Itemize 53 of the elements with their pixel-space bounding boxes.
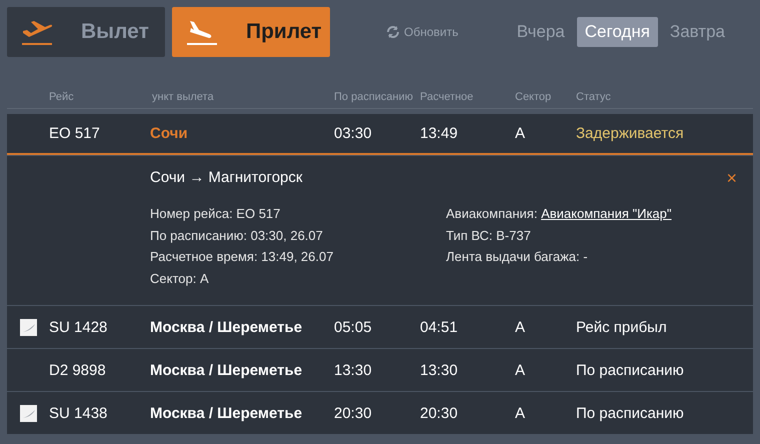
day-tab[interactable]: Завтра: [662, 17, 733, 47]
flight-row[interactable]: D2 9898 Москва / Шереметье 13:30 13:30 A По расписанию: [7, 349, 753, 391]
departure-city: Москва / Шереметье: [150, 404, 304, 422]
estimated-time: 13:30: [420, 362, 459, 378]
day-tab[interactable]: Сегодня: [576, 17, 658, 47]
departure-city: Москва / Шереметье: [150, 318, 304, 336]
plane-takeoff-icon: [21, 18, 53, 46]
scheduled-time: 03:30: [334, 125, 373, 142]
direction-tab[interactable]: Прилет: [172, 7, 330, 57]
sector: A: [515, 125, 526, 142]
estimated-time: 13:49: [420, 125, 459, 142]
flight-number: SU 1438: [49, 404, 108, 422]
column-header: По расписанию: [334, 90, 414, 102]
column-header: Рейс: [49, 90, 75, 102]
sector: A: [515, 362, 526, 378]
detail-text: Тип ВС: B-737: [446, 226, 532, 244]
flight-row[interactable]: EO 517 Сочи 03:30 13:49 A Задерживается: [7, 114, 753, 155]
column-header: Статус: [576, 90, 612, 102]
flight-row[interactable]: SU 1428 Москва / Шереметье 05:05 04:51 A Рейс прибыл: [7, 306, 753, 348]
scheduled-time: 05:05: [334, 318, 373, 336]
detail-text: По расписанию: 03:30, 26.07: [150, 226, 324, 245]
flight-status: По расписанию: [576, 362, 685, 378]
scheduled-time: 20:30: [334, 404, 373, 422]
plane-landing-icon: [186, 18, 218, 46]
flight-number: EO 517: [49, 125, 101, 142]
close-button[interactable]: ×: [726, 168, 737, 189]
detail-text: Лента выдачи багажа: -: [446, 248, 589, 266]
column-header: ункт вылета: [152, 90, 215, 102]
estimated-time: 04:51: [420, 318, 459, 336]
flight-status: Задерживается: [576, 125, 685, 142]
route-title: Сочи → Магнитогорск: [150, 169, 304, 186]
flight-status: Рейс прибыл: [576, 318, 668, 336]
flight-number: D2 9898: [49, 362, 107, 378]
flight-number: SU 1428: [49, 318, 108, 336]
flight-status: По расписанию: [576, 404, 685, 422]
scheduled-time: 13:30: [334, 362, 373, 378]
flight-row[interactable]: SU 1438 Москва / Шереметье 20:30 20:30 A По расписанию: [7, 392, 753, 434]
departure-city: Москва / Шереметье: [150, 362, 304, 378]
estimated-time: 20:30: [420, 404, 459, 422]
column-header: Расчетное: [420, 90, 474, 102]
detail-text: Номер рейса: EO 517: [150, 205, 282, 223]
direction-tab[interactable]: Вылет: [7, 7, 165, 57]
column-header: Сектор: [515, 90, 552, 102]
sector: A: [515, 404, 526, 422]
detail-label: Авиакомпания:: [446, 206, 538, 221]
day-tab[interactable]: Вчера: [508, 17, 573, 47]
refresh-icon: [385, 24, 401, 40]
refresh-button[interactable]: Обновить: [385, 24, 458, 40]
departure-city: Сочи: [150, 125, 189, 142]
detail-text: Сектор: A: [150, 270, 210, 288]
airline-link[interactable]: Авиакомпания "Икар": [541, 206, 672, 221]
detail-text: Расчетное время: 13:49, 26.07: [150, 248, 334, 266]
sector: A: [515, 318, 526, 336]
